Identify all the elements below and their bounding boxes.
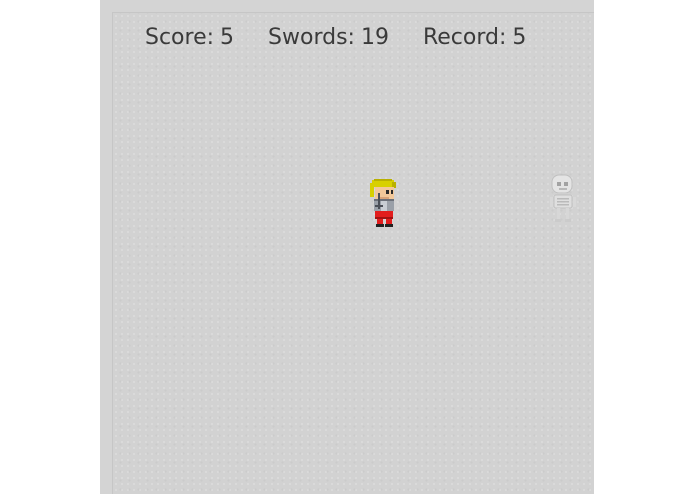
- score-label: Score:: [145, 24, 215, 50]
- hero-sprite: [370, 179, 396, 227]
- skeleton-enemy-sprite: [550, 174, 576, 222]
- game-frame: Score: 5 Swords: 19 Record: 5: [100, 0, 594, 494]
- game-field[interactable]: [112, 12, 594, 494]
- record-label: Record:: [422, 24, 507, 50]
- swords-value: 19: [360, 24, 389, 50]
- record-stat: Record: 5: [423, 25, 526, 50]
- record-value: 5: [512, 24, 527, 50]
- score-value: 5: [220, 24, 235, 50]
- swords-stat: Swords: 19: [268, 25, 389, 50]
- score-stat: Score: 5: [145, 25, 234, 50]
- hud: Score: 5 Swords: 19 Record: 5: [145, 22, 560, 52]
- swords-label: Swords:: [268, 24, 355, 50]
